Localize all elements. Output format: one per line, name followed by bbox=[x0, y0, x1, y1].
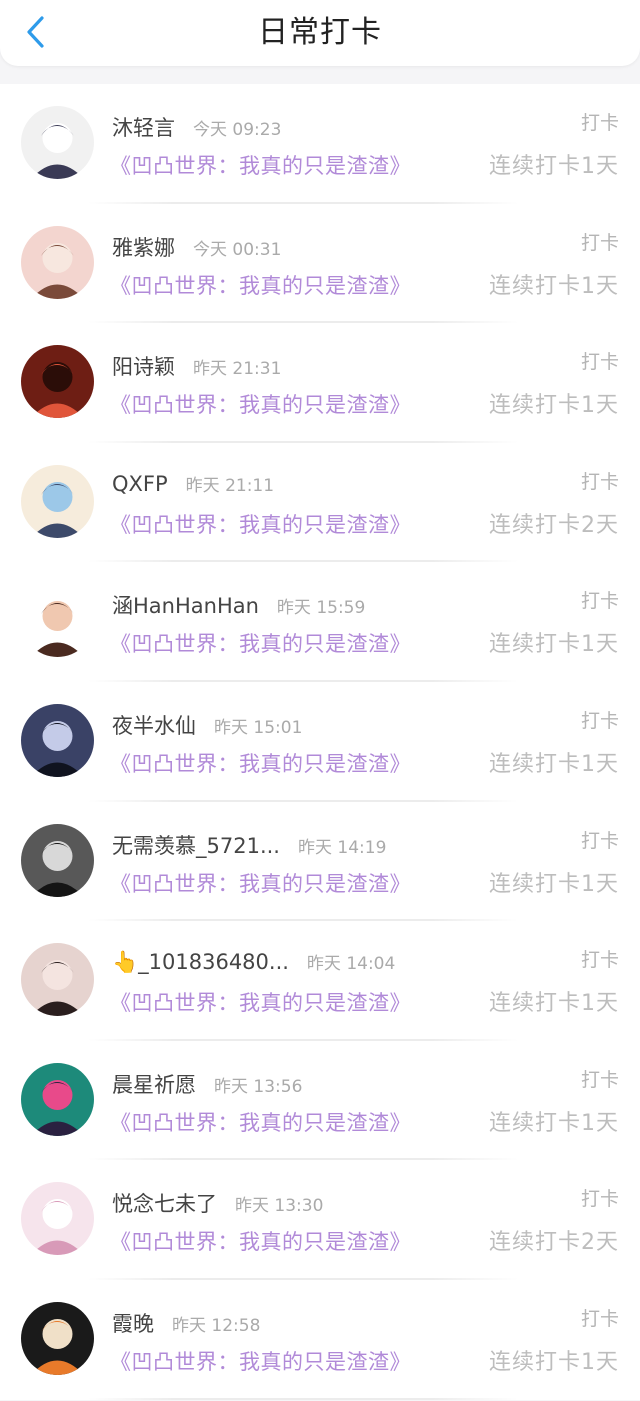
streak-count: 连续打卡1天 bbox=[489, 393, 619, 419]
book-title-link[interactable]: 《凹凸世界：我真的只是渣渣》 bbox=[110, 868, 411, 898]
list-item[interactable]: 👆_101836480... 昨天 14:04 《凹凸世界：我真的只是渣渣》 打卡连续… bbox=[0, 921, 640, 1041]
list-item[interactable]: 悦念七未了 昨天 13:30 《凹凸世界：我真的只是渣渣》 打卡连续打卡2天 bbox=[0, 1160, 640, 1280]
user-name[interactable]: 涵HanHanHan bbox=[112, 590, 259, 620]
book-title-link[interactable]: 《凹凸世界：我真的只是渣渣》 bbox=[110, 1107, 411, 1137]
checkin-label: 打卡 bbox=[580, 709, 619, 732]
page-title: 日常打卡 bbox=[258, 15, 382, 50]
checkin-time: 昨天 14:04 bbox=[306, 954, 396, 975]
streak-count: 连续打卡1天 bbox=[489, 154, 619, 179]
user-name[interactable]: 晨星祈愿 bbox=[112, 1069, 196, 1099]
checkin-time: 昨天 14:19 bbox=[297, 837, 387, 858]
list-item[interactable]: 阳诗颖 昨天 21:31 《凹凸世界：我真的只是渣渣》 打卡连续打卡1天 bbox=[0, 323, 640, 443]
list-item[interactable]: 夜半水仙 昨天 15:01 《凹凸世界：我真的只是渣渣》 打卡连续打卡1天 bbox=[0, 682, 640, 802]
book-title-link[interactable]: 《凹凸世界：我真的只是渣渣》 bbox=[110, 1226, 411, 1256]
list-item[interactable]: 涵HanHanHan 昨天 15:59 《凹凸世界：我真的只是渣渣》 打卡连续打卡1天 bbox=[0, 562, 640, 682]
checkin-label: 打卡 bbox=[580, 829, 619, 852]
streak-count: 连续打卡1天 bbox=[489, 871, 619, 897]
checkin-label: 打卡 bbox=[580, 590, 619, 613]
checkin-label: 打卡 bbox=[580, 1068, 619, 1091]
name-row: 无需羡慕_5721... 昨天 14:19 bbox=[112, 830, 530, 860]
checkin-label: 打卡 bbox=[580, 949, 619, 972]
checkin-time: 昨天 21:31 bbox=[193, 359, 282, 380]
user-name[interactable]: QXFP bbox=[112, 472, 168, 496]
streak-count: 连续打卡1天 bbox=[489, 273, 619, 299]
streak-count: 连续打卡1天 bbox=[489, 1349, 619, 1375]
checkin-time: 昨天 21:11 bbox=[185, 475, 275, 496]
user-name[interactable]: 雅紫娜 bbox=[112, 232, 175, 262]
streak-count: 连续打卡2天 bbox=[489, 1230, 619, 1256]
streak-count: 连续打卡1天 bbox=[489, 991, 619, 1017]
book-title-link[interactable]: 《凹凸世界：我真的只是渣渣》 bbox=[110, 628, 411, 658]
name-row: 雅紫娜 今天 00:31 bbox=[112, 232, 530, 262]
checkin-label: 打卡 bbox=[580, 112, 619, 134]
list-item[interactable]: 无需羡慕_5721... 昨天 14:19 《凹凸世界：我真的只是渣渣》 打卡连续打卡… bbox=[0, 802, 640, 922]
user-name[interactable]: 夜半水仙 bbox=[112, 710, 196, 740]
checkin-label: 打卡 bbox=[580, 1307, 619, 1330]
user-name[interactable]: 霞晚 bbox=[112, 1308, 154, 1338]
user-name[interactable]: 阳诗颖 bbox=[112, 351, 175, 381]
user-name[interactable]: 沐轻言 bbox=[112, 112, 175, 142]
name-row: 阳诗颖 昨天 21:31 bbox=[112, 351, 530, 381]
user-avatar[interactable] bbox=[21, 584, 94, 658]
checkin-time: 今天 00:31 bbox=[193, 239, 282, 260]
name-row: QXFP 昨天 21:11 bbox=[112, 471, 530, 496]
user-avatar[interactable] bbox=[21, 823, 94, 897]
checkin-time: 昨天 15:59 bbox=[276, 598, 366, 619]
streak-count: 连续打卡1天 bbox=[489, 751, 619, 777]
checkin-time: 昨天 12:58 bbox=[172, 1315, 261, 1336]
user-avatar[interactable] bbox=[21, 943, 94, 1017]
book-title-link[interactable]: 《凹凸世界：我真的只是渣渣》 bbox=[110, 270, 411, 300]
user-avatar[interactable] bbox=[21, 225, 94, 299]
user-avatar[interactable] bbox=[21, 1301, 94, 1375]
book-title-link[interactable]: 《凹凸世界：我真的只是渣渣》 bbox=[110, 748, 411, 778]
list-item[interactable]: 雅紫娜 今天 00:31 《凹凸世界：我真的只是渣渣》 打卡连续打卡1天 bbox=[0, 204, 640, 324]
checkin-label: 打卡 bbox=[580, 1188, 619, 1211]
name-row: 悦念七未了 昨天 13:30 bbox=[112, 1188, 530, 1218]
book-title-link[interactable]: 《凹凸世界：我真的只是渣渣》 bbox=[110, 389, 411, 419]
user-avatar[interactable] bbox=[21, 345, 94, 419]
streak-count: 连续打卡2天 bbox=[489, 512, 619, 538]
book-title-link[interactable]: 《凹凸世界：我真的只是渣渣》 bbox=[110, 509, 411, 539]
app-header: 日常打卡 bbox=[0, 0, 640, 66]
name-row: 👆_101836480... 昨天 14:04 bbox=[112, 949, 530, 975]
user-name[interactable]: 悦念七未了 bbox=[112, 1188, 217, 1218]
name-row: 夜半水仙 昨天 15:01 bbox=[112, 710, 530, 740]
checkin-time: 昨天 15:01 bbox=[214, 717, 303, 738]
list-item[interactable]: 霞晚 昨天 12:58 《凹凸世界：我真的只是渣渣》 打卡连续打卡1天 bbox=[0, 1280, 640, 1400]
user-avatar[interactable] bbox=[21, 703, 94, 777]
user-avatar[interactable] bbox=[21, 1062, 94, 1136]
user-avatar[interactable] bbox=[21, 464, 94, 538]
checkin-label: 打卡 bbox=[580, 351, 619, 374]
user-name[interactable]: 👆_101836480... bbox=[112, 950, 289, 975]
checkin-label: 打卡 bbox=[580, 470, 619, 493]
checkin-time: 今天 09:23 bbox=[193, 120, 282, 140]
checkin-list: 沐轻言 今天 09:23 《凹凸世界：我真的只是渣渣》 打卡 连续打卡1天 雅紫娜 今天 0… bbox=[0, 84, 640, 1400]
user-avatar[interactable] bbox=[21, 106, 94, 179]
divider bbox=[88, 1397, 518, 1400]
name-row: 沐轻言 今天 09:23 bbox=[112, 112, 530, 142]
checkin-time: 昨天 13:56 bbox=[214, 1076, 303, 1097]
list-item[interactable]: QXFP 昨天 21:11 《凹凸世界：我真的只是渣渣》 打卡连续打卡2天 bbox=[0, 443, 640, 563]
name-row: 霞晚 昨天 12:58 bbox=[112, 1308, 530, 1338]
name-row: 涵HanHanHan 昨天 15:59 bbox=[112, 590, 530, 620]
book-title-link[interactable]: 《凹凸世界：我真的只是渣渣》 bbox=[110, 1346, 411, 1376]
checkin-label: 打卡 bbox=[580, 231, 619, 254]
book-title-link[interactable]: 《凹凸世界：我真的只是渣渣》 bbox=[110, 987, 411, 1017]
list-item[interactable]: 沐轻言 今天 09:23 《凹凸世界：我真的只是渣渣》 打卡连续打卡1天 bbox=[0, 84, 640, 204]
book-title-link[interactable]: 《凹凸世界：我真的只是渣渣》 bbox=[110, 150, 411, 180]
name-row: 晨星祈愿 昨天 13:56 bbox=[112, 1069, 530, 1099]
streak-count: 连续打卡1天 bbox=[489, 632, 619, 658]
user-avatar[interactable] bbox=[21, 1182, 94, 1256]
user-name[interactable]: 无需羡慕_5721... bbox=[112, 830, 280, 860]
streak-count: 连续打卡1天 bbox=[489, 1110, 619, 1136]
list-item[interactable]: 晨星祈愿 昨天 13:56 《凹凸世界：我真的只是渣渣》 打卡连续打卡1天 bbox=[0, 1041, 640, 1161]
checkin-time: 昨天 13:30 bbox=[235, 1196, 324, 1217]
